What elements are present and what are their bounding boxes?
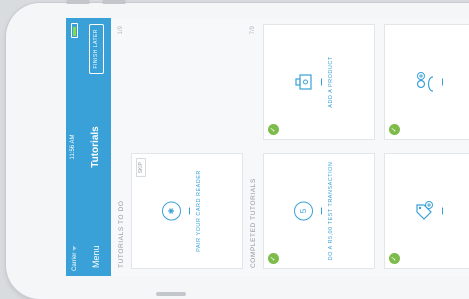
check-icon: ✓ xyxy=(389,253,400,264)
todo-section-label: TUTORIALS TO DO xyxy=(118,200,125,268)
divider xyxy=(442,78,443,86)
tag-add-icon xyxy=(416,201,433,220)
completed-section-label: COMPLETED TUTORIALS xyxy=(250,178,257,268)
tutorials-content: TUTORIALS TO DO 1/9 SKIP ✱ PAIR YOUR CAR… xyxy=(111,18,469,276)
check-icon: ✓ xyxy=(268,124,279,135)
clock: 11:56 AM xyxy=(70,134,76,160)
phone-frame: Carrier ᯤ 11:56 AM Menu Tutorials FINISH… xyxy=(6,0,469,299)
volume-button xyxy=(156,292,186,296)
tutorial-card-test-transaction[interactable]: ✓ 5 DO A R5,00 TEST TRANSACTION xyxy=(263,153,375,269)
coin-icon: 5 xyxy=(294,201,313,221)
tutorial-card-add-user[interactable]: ✓ xyxy=(384,24,469,140)
tutorial-card-add-product[interactable]: ✓ ADD A PRODUCT xyxy=(263,24,375,140)
skip-button[interactable]: SKIP xyxy=(136,158,146,178)
tutorial-card-pair-reader[interactable]: SKIP ✱ PAIR YOUR CARD READER xyxy=(131,153,243,269)
user-add-icon xyxy=(416,72,434,92)
divider xyxy=(321,78,322,86)
finish-later-button[interactable]: FINISH LATER xyxy=(89,24,104,74)
check-icon: ✓ xyxy=(268,253,279,264)
divider xyxy=(442,207,443,215)
product-box-icon xyxy=(295,74,312,90)
nav-bar: Menu Tutorials FINISH LATER xyxy=(82,18,111,276)
completed-section-count: 7/9 xyxy=(250,26,256,35)
volume-button xyxy=(102,0,126,4)
screen: Carrier ᯤ 11:56 AM Menu Tutorials FINISH… xyxy=(66,18,469,276)
card-label: PAIR YOUR CARD READER xyxy=(196,170,202,252)
check-icon: ✓ xyxy=(389,124,400,135)
card-label: DO A R5,00 TEST TRANSACTION xyxy=(328,161,334,261)
status-bar: Carrier ᯤ 11:56 AM xyxy=(66,18,82,276)
card-label: ADD A PRODUCT xyxy=(328,56,334,108)
divider xyxy=(189,207,190,215)
bluetooth-icon: ✱ xyxy=(162,201,181,221)
todo-section-count: 1/9 xyxy=(118,26,124,35)
volume-button xyxy=(66,0,90,4)
battery-icon xyxy=(71,23,78,38)
portrait-app: Carrier ᯤ 11:56 AM Menu Tutorials FINISH… xyxy=(66,18,469,276)
tutorial-card-add-tag[interactable]: ✓ xyxy=(384,153,469,269)
divider xyxy=(321,207,322,215)
